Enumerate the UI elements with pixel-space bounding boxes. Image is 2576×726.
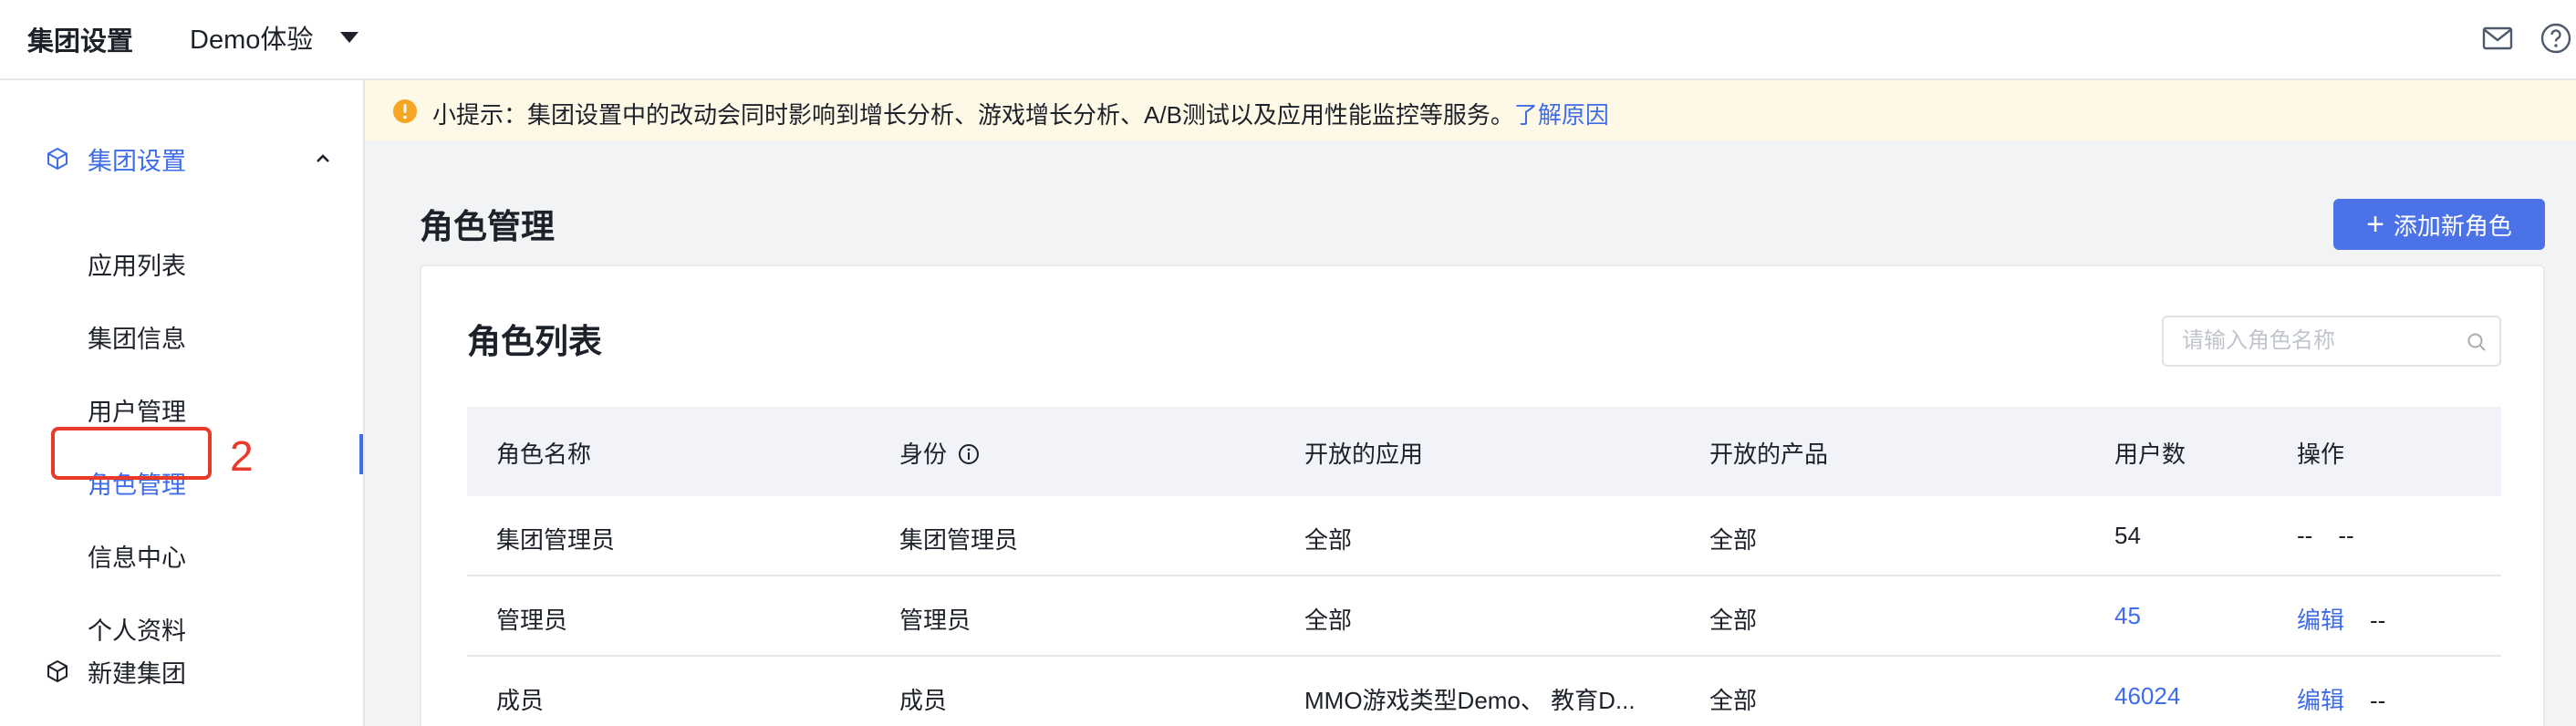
action-placeholder: -- — [2370, 687, 2386, 714]
identity-cell: 集团管理员 — [899, 526, 1019, 554]
table-row: 成员 成员 MMO游戏类型Demo、 教育D... 全部 46024 编辑 -- — [467, 657, 2501, 726]
notice-banner: 小提示：集团设置中的改动会同时影响到增长分析、游戏增长分析、A/B测试以及应用性… — [365, 80, 2576, 140]
apps-cell: MMO游戏类型Demo、 教育D... — [1304, 687, 1636, 714]
main-content: 小提示：集团设置中的改动会同时影响到增长分析、游戏增长分析、A/B测试以及应用性… — [365, 80, 2576, 726]
app-title: 集团设置 — [27, 27, 134, 57]
cube-icon — [46, 659, 69, 683]
sidebar-group-label: 新建集团 — [88, 659, 186, 688]
sidebar-item-label: 应用列表 — [88, 253, 186, 280]
column-header-user-count: 用户数 — [2114, 441, 2186, 468]
search-input[interactable] — [2182, 325, 2456, 358]
top-bar: 集团设置 Demo体验 — [0, 0, 2576, 80]
action-placeholder: -- — [2338, 522, 2354, 549]
actions-cell: 编辑 -- — [2297, 602, 2411, 636]
column-header-identity: 身份 — [899, 436, 980, 470]
page-title: 角色管理 — [420, 208, 555, 245]
active-indicator — [359, 434, 363, 474]
action-placeholder: -- — [2297, 522, 2313, 549]
org-switcher[interactable]: Demo体验 — [190, 18, 359, 57]
column-header-apps: 开放的应用 — [1304, 441, 1424, 468]
column-header-actions: 操作 — [2297, 441, 2345, 468]
user-count-link[interactable]: 46024 — [2114, 682, 2180, 710]
sidebar-item-label: 信息中心 — [88, 544, 186, 572]
search-icon[interactable] — [2467, 332, 2487, 352]
annotation-highlight-box — [51, 427, 212, 480]
chevron-up-icon — [314, 150, 332, 168]
sidebar-group-label: 集团设置 — [88, 147, 186, 175]
role-list-card: 角色列表 角色名称 身份 开放的应用 开放的产品 用户数 操作 集团管理员 集团… — [420, 264, 2545, 726]
action-placeholder: -- — [2370, 607, 2386, 634]
edit-button[interactable]: 编辑 — [2297, 607, 2344, 634]
sidebar-item-group-info[interactable]: 集团信息 — [0, 306, 363, 361]
identity-cell: 管理员 — [899, 607, 971, 634]
mail-icon[interactable] — [2481, 22, 2514, 55]
column-header-role-name: 角色名称 — [496, 441, 592, 468]
org-name: Demo体验 — [190, 26, 314, 55]
column-header-identity-label: 身份 — [899, 441, 948, 468]
role-name-cell: 成员 — [496, 687, 545, 714]
sidebar-item-label: 用户管理 — [88, 399, 186, 426]
role-name-cell: 集团管理员 — [496, 526, 616, 554]
sidebar-item-user-management[interactable]: 用户管理 — [0, 379, 363, 434]
user-count-link[interactable]: 45 — [2114, 602, 2141, 630]
actions-cell: 编辑 -- — [2297, 682, 2411, 716]
role-name-cell: 管理员 — [496, 607, 568, 634]
help-icon[interactable] — [2540, 22, 2572, 55]
table-header: 角色名称 身份 开放的应用 开放的产品 用户数 操作 — [467, 407, 2501, 496]
apps-cell: 全部 — [1304, 526, 1353, 554]
add-role-label: 添加新角色 — [2393, 212, 2512, 240]
products-cell: 全部 — [1709, 526, 1758, 554]
warning-icon — [392, 99, 418, 124]
learn-why-link[interactable]: 了解原因 — [1514, 101, 1609, 129]
annotation-step-number: 2 — [230, 432, 254, 480]
sidebar: 集团设置 应用列表 集团信息 用户管理 角色管理 信息中心 个人资料 新建集团 … — [0, 80, 365, 726]
cube-icon — [46, 147, 69, 171]
role-table: 角色名称 身份 开放的应用 开放的产品 用户数 操作 集团管理员 集团管理员 全… — [467, 407, 2501, 726]
sidebar-group-settings[interactable]: 集团设置 — [0, 131, 363, 186]
sidebar-group-new-group[interactable]: 新建集团 — [0, 644, 363, 699]
caret-down-icon — [340, 32, 359, 43]
sidebar-item-message-center[interactable]: 信息中心 — [0, 525, 363, 580]
sidebar-item-label: 集团信息 — [88, 326, 186, 353]
notice-text: 小提示：集团设置中的改动会同时影响到增长分析、游戏增长分析、A/B测试以及应用性… — [432, 97, 1609, 130]
user-count-cell: 54 — [2114, 522, 2141, 549]
role-search — [2162, 316, 2501, 367]
add-role-button[interactable]: + 添加新角色 — [2333, 199, 2545, 250]
products-cell: 全部 — [1709, 687, 1758, 714]
sidebar-item-label: 个人资料 — [88, 617, 186, 645]
column-header-products: 开放的产品 — [1709, 441, 1829, 468]
info-icon[interactable] — [958, 443, 980, 465]
products-cell: 全部 — [1709, 607, 1758, 634]
card-title: 角色列表 — [467, 323, 602, 360]
sidebar-item-app-list[interactable]: 应用列表 — [0, 233, 363, 288]
apps-cell: 全部 — [1304, 607, 1353, 634]
plus-icon: + — [2366, 207, 2384, 242]
table-row: 集团管理员 集团管理员 全部 全部 54 -- -- — [467, 496, 2501, 576]
edit-button[interactable]: 编辑 — [2297, 687, 2344, 714]
table-row: 管理员 管理员 全部 全部 45 编辑 -- — [467, 576, 2501, 657]
notice-message: 小提示：集团设置中的改动会同时影响到增长分析、游戏增长分析、A/B测试以及应用性… — [432, 101, 1514, 129]
actions-cell: -- -- — [2297, 522, 2380, 550]
identity-cell: 成员 — [899, 687, 948, 714]
